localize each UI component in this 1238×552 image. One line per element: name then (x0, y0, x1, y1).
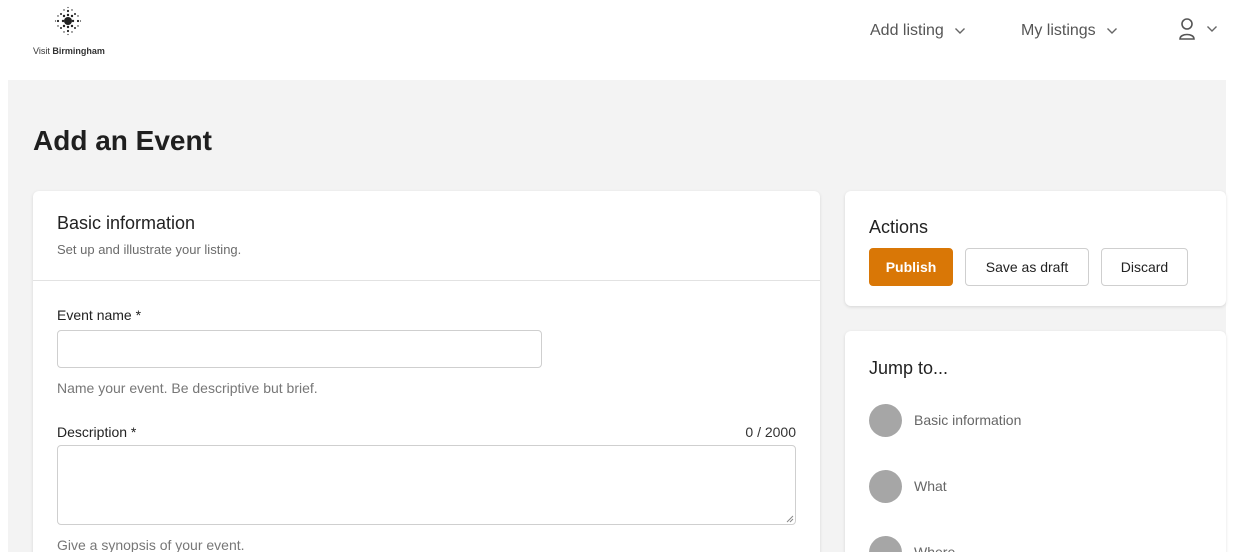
card-header: Basic information Set up and illustrate … (33, 191, 820, 281)
top-navigation: Visit Birmingham Add listing My listings (0, 0, 1238, 80)
description-char-counter: 0 / 2000 (745, 424, 796, 440)
jump-item-basic-information[interactable]: Basic information (869, 403, 1021, 437)
description-textarea[interactable] (57, 445, 796, 525)
event-name-input[interactable] (57, 330, 542, 368)
section-subtitle: Set up and illustrate your listing. (57, 242, 242, 257)
logo-text: Visit Birmingham (33, 46, 105, 56)
jump-item-label: Where (914, 544, 956, 552)
step-dot-icon (869, 403, 902, 437)
description-hint: Give a synopsis of your event. (57, 537, 245, 552)
nav-add-listing-label: Add listing (870, 22, 944, 39)
jump-item-what[interactable]: What (869, 469, 947, 503)
actions-card: Actions Publish Save as draft Discard (845, 191, 1226, 306)
logo-text-prefix: Visit (33, 46, 53, 56)
event-name-hint: Name your event. Be descriptive but brie… (57, 380, 318, 396)
nav-my-listings-label: My listings (1021, 22, 1096, 39)
jump-to-title: Jump to... (869, 358, 949, 378)
discard-button[interactable]: Discard (1101, 248, 1188, 286)
jump-item-where[interactable]: Where (869, 535, 955, 552)
step-dot-icon (869, 469, 902, 503)
basic-information-card: Basic information Set up and illustrate … (33, 191, 820, 552)
page-title: Add an Event (33, 125, 212, 156)
publish-button[interactable]: Publish (869, 248, 953, 286)
chevron-down-icon (954, 28, 965, 34)
actions-title: Actions (869, 217, 929, 237)
save-as-draft-button[interactable]: Save as draft (965, 248, 1089, 286)
resize-grip-icon[interactable] (784, 513, 794, 523)
event-name-label: Event name * (57, 307, 142, 323)
logo-text-brand: Birmingham (52, 46, 105, 56)
logo-icon (54, 6, 82, 36)
nav-my-listings[interactable]: My listings (1021, 20, 1118, 42)
step-dot-icon (869, 535, 902, 552)
nav-add-listing[interactable]: Add listing (870, 20, 966, 42)
user-icon (1179, 18, 1195, 40)
chevron-down-icon (1106, 28, 1117, 34)
user-menu[interactable] (1178, 18, 1218, 40)
section-title: Basic information (57, 213, 196, 233)
jump-item-label: Basic information (914, 412, 1022, 428)
jump-to-card: Jump to... Basic information What Where (845, 331, 1226, 552)
description-label: Description * (57, 424, 137, 440)
site-logo[interactable]: Visit Birmingham (33, 6, 123, 64)
chevron-down-icon (1207, 26, 1217, 32)
jump-item-label: What (914, 478, 947, 494)
